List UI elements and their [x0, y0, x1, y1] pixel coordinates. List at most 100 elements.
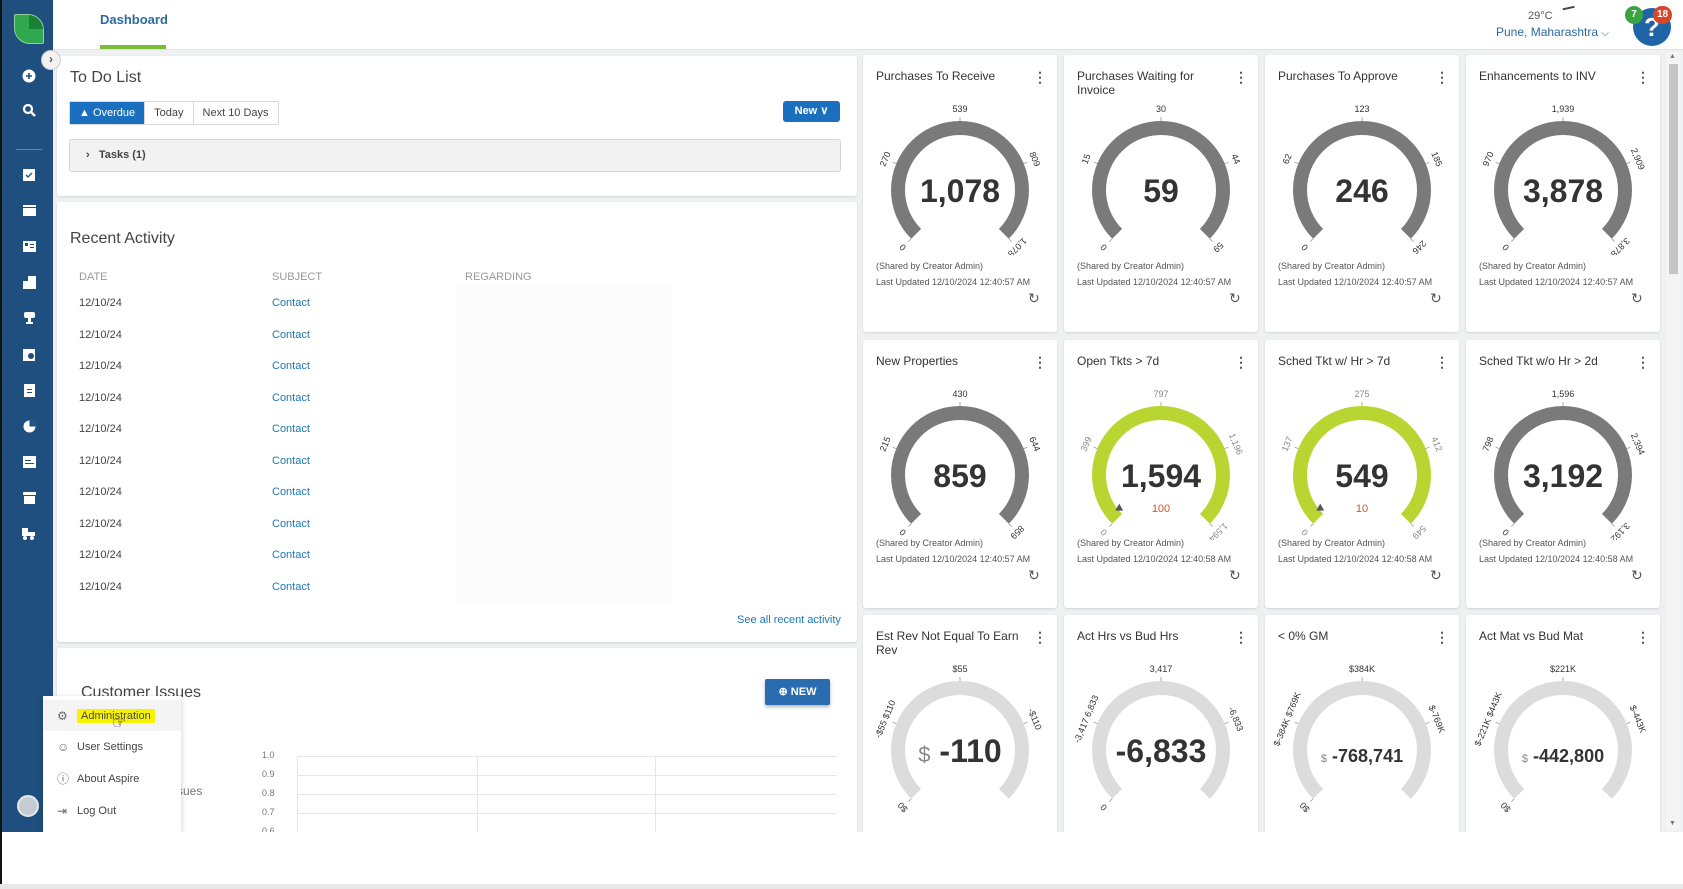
clipboard-check-icon[interactable]	[19, 164, 39, 184]
gauge-title: Act Mat vs Bud Mat	[1479, 629, 1584, 643]
gauge-chart: $0$-384K $769K$384K$-769K$ -768,741	[1272, 664, 1447, 814]
y-tick: 0.7	[262, 807, 275, 817]
cell-date: 12/10/24	[79, 454, 122, 467]
gauge-tick-label: 2,394	[1629, 432, 1647, 457]
tasks-accordion[interactable]: › Tasks (1)	[69, 139, 841, 172]
gauge-card: Act Hrs vs Bud Hrs ⋮ 0 -3,417 6,833 3,417 -6,…	[1064, 615, 1258, 832]
gauge-value-number: -768,741	[1332, 746, 1403, 766]
kebab-menu-icon[interactable]: ⋮	[1435, 629, 1449, 646]
kebab-menu-icon[interactable]: ⋮	[1234, 354, 1248, 371]
gauge-value: 1,594	[1121, 458, 1201, 494]
gauge-chart: 0-3,417 6,8333,417-6,833-6,833	[1072, 664, 1245, 813]
gauge-value-number: 3,878	[1523, 173, 1603, 209]
gauge-tick-label: 0	[1098, 802, 1109, 813]
see-all-recent-activity-link[interactable]: See all recent activity	[737, 614, 841, 626]
archive-icon[interactable]	[19, 488, 39, 508]
clipboard-list-icon[interactable]	[19, 380, 39, 400]
kebab-menu-icon[interactable]: ⋮	[1435, 354, 1449, 371]
refresh-icon[interactable]: ↻	[1229, 290, 1241, 307]
column-date[interactable]: DATE	[79, 266, 272, 288]
menu-item-log-out[interactable]: ⇥ Log Out	[43, 795, 181, 826]
vertical-scrollbar[interactable]: ▲ ▼	[1666, 52, 1680, 830]
new-issue-button[interactable]: ⊕ NEW	[765, 679, 830, 705]
refresh-icon[interactable]: ↻	[1430, 290, 1442, 307]
gauge-tick-label: $0	[1499, 800, 1513, 814]
gauge-tick	[1294, 721, 1299, 724]
gauge-value-number: -110	[939, 733, 1001, 769]
cell-subject-link[interactable]: Contact	[272, 320, 465, 352]
y-tick: 1.0	[262, 750, 275, 760]
scrollbar-thumb[interactable]	[1669, 64, 1678, 274]
todo-new-dropdown-button[interactable]: New ∨	[783, 101, 840, 122]
cell-subject-link[interactable]: Contact	[272, 414, 465, 446]
gauge-tick	[1511, 523, 1515, 527]
cell-subject-link[interactable]: Contact	[272, 288, 465, 320]
refresh-icon[interactable]: ↻	[1028, 290, 1040, 307]
user-avatar[interactable]	[17, 795, 39, 817]
weather-location-dropdown[interactable]: Pune, Maharashtra ⌵	[1496, 25, 1609, 39]
cell-subject-link[interactable]: Contact	[272, 383, 465, 415]
filter-next-10-days[interactable]: Next 10 Days	[193, 102, 278, 124]
plus-circle-icon[interactable]	[19, 66, 39, 86]
refresh-icon[interactable]: ↻	[1430, 567, 1442, 584]
equipment-icon[interactable]	[19, 524, 39, 544]
gauge-card: Purchases To Receive ⋮ 0 270 539 809 1,078 1,07…	[863, 55, 1057, 332]
building-icon[interactable]	[19, 272, 39, 292]
gauge-tick	[1224, 721, 1229, 724]
schedule-icon[interactable]	[19, 344, 39, 364]
sidebar-expand-button[interactable]: ›	[41, 50, 61, 70]
kebab-menu-icon[interactable]: ⋮	[1234, 69, 1248, 86]
trophy-icon[interactable]	[19, 308, 39, 328]
notification-badge-red[interactable]: 18	[1653, 6, 1673, 24]
invoice-icon[interactable]	[19, 452, 39, 472]
gauge-tick-label: $221K	[1550, 664, 1576, 674]
gauge-tick	[1425, 721, 1430, 724]
gauge-chart: 0 798 1,596 2,394 3,192 3,192	[1481, 389, 1647, 540]
kebab-menu-icon[interactable]: ⋮	[1636, 69, 1650, 86]
cell-subject-link[interactable]: Contact	[272, 572, 465, 604]
cell-subject-link[interactable]: Contact	[272, 540, 465, 572]
calendar-icon[interactable]	[19, 200, 39, 220]
refresh-icon[interactable]: ↻	[1631, 567, 1643, 584]
kebab-menu-icon[interactable]: ⋮	[1435, 69, 1449, 86]
refresh-icon[interactable]: ↻	[1229, 567, 1241, 584]
gauge-title: Est Rev Not Equal To Earn Rev	[876, 629, 1019, 657]
column-subject[interactable]: SUBJECT	[272, 266, 465, 288]
gauge-tick	[892, 161, 897, 164]
kebab-menu-icon[interactable]: ⋮	[1033, 629, 1047, 646]
cell-subject-link[interactable]: Contact	[272, 446, 465, 478]
gauge-value: -6,833	[1116, 733, 1207, 769]
column-regarding[interactable]: REGARDING	[465, 266, 675, 288]
cell-subject-link[interactable]: Contact	[272, 509, 465, 541]
contact-card-icon[interactable]	[19, 236, 39, 256]
notification-badge-green[interactable]: 7	[1625, 6, 1643, 24]
gauge-card: Enhancements to INV ⋮ 0 970 1,939 2,909 3,878 3…	[1466, 55, 1660, 332]
aspire-logo[interactable]	[14, 14, 44, 44]
search-icon[interactable]	[19, 100, 39, 120]
gauge-shared-by: (Shared by Creator Admin)	[1479, 261, 1587, 271]
menu-item-about-aspire[interactable]: ⓘ About Aspire	[43, 763, 181, 794]
refresh-icon[interactable]: ↻	[1028, 567, 1040, 584]
warning-icon: ▲	[79, 107, 90, 119]
page-footer-line	[0, 884, 1683, 889]
kebab-menu-icon[interactable]: ⋮	[1636, 354, 1650, 371]
tab-dashboard[interactable]: Dashboard	[100, 12, 168, 27]
cell-subject-link[interactable]: Contact	[272, 477, 465, 509]
gauge-chart: 0 15 30 44 59 59	[1080, 104, 1243, 254]
kebab-menu-icon[interactable]: ⋮	[1636, 629, 1650, 646]
gauge-tick-label: 0	[1098, 527, 1109, 538]
kebab-menu-icon[interactable]: ⋮	[1234, 629, 1248, 646]
kebab-menu-icon[interactable]: ⋮	[1033, 69, 1047, 86]
kebab-menu-icon[interactable]: ⋮	[1033, 354, 1047, 371]
gridline	[297, 794, 837, 795]
gauge-tick-label: $-443K	[1628, 704, 1648, 735]
cell-subject-link[interactable]: Contact	[272, 351, 465, 383]
filter-overdue[interactable]: ▲ Overdue	[70, 102, 146, 124]
menu-item-user-settings[interactable]: ☺ User Settings	[43, 731, 181, 762]
filter-today[interactable]: Today	[145, 102, 194, 124]
refresh-icon[interactable]: ↻	[1631, 290, 1643, 307]
scroll-up-arrow-icon[interactable]: ▲	[1669, 53, 1676, 60]
gauge-card: Open Tkts > 7d ⋮ 0 399 797 1,196 1,594 1,594 100…	[1064, 340, 1258, 608]
scroll-down-arrow-icon[interactable]: ▼	[1669, 820, 1676, 827]
pie-chart-icon[interactable]	[19, 416, 39, 436]
